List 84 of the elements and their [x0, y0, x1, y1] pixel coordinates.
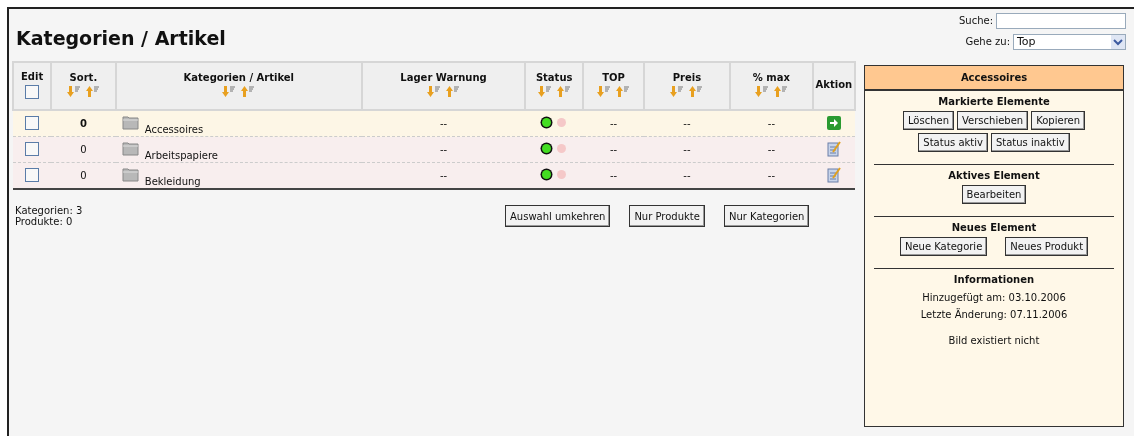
column-header: Aktion	[812, 62, 855, 110]
panel-title: Accessoires	[865, 66, 1123, 91]
info-text: Hinzugefügt am: 03.10.2006	[921, 291, 1067, 305]
page-title: Kategorien / Artikel	[16, 27, 226, 49]
goto-dropdown[interactable]: Top	[1013, 33, 1126, 50]
folder-icon	[121, 115, 139, 130]
filter-button[interactable]: Auswahl umkehren	[505, 205, 611, 227]
row-checkbox[interactable]	[25, 141, 40, 156]
section-heading: Aktives Element	[947, 170, 1041, 181]
table-row[interactable]: 0 Arbeitspapiere -- -- -- --	[13, 136, 855, 163]
table-cell: --	[609, 118, 618, 129]
table-cell: --	[609, 170, 618, 181]
summary-text: Produkte: 0	[15, 216, 74, 227]
table-cell: --	[683, 118, 691, 129]
panel-button[interactable]: Löschen	[902, 111, 955, 130]
panel-button[interactable]: Neue Kategorie	[899, 237, 988, 256]
panel-button[interactable]: Kopieren	[1031, 111, 1086, 130]
table-cell: --	[439, 144, 448, 155]
panel-button[interactable]: Status inaktiv	[990, 133, 1070, 152]
edit-note-icon[interactable]	[826, 140, 841, 157]
table-row[interactable]: 0 Accessoires -- -- -- --	[13, 110, 855, 137]
sort-value: 0	[79, 118, 87, 129]
sort-ascending-icon[interactable]	[241, 86, 256, 98]
category-name[interactable]: Arbeitspapiere	[144, 150, 218, 161]
sort-descending-icon[interactable]	[754, 86, 769, 98]
row-checkbox[interactable]	[25, 115, 40, 130]
column-header: Kategorien / Artikel	[115, 62, 363, 110]
arrow-right-icon[interactable]	[826, 115, 841, 130]
goto-label: Gehe zu:	[965, 36, 1010, 47]
table-cell: --	[767, 144, 776, 155]
folder-icon	[121, 167, 139, 182]
edit-note-icon[interactable]	[826, 166, 841, 183]
chevron-down-icon	[1111, 34, 1125, 49]
section-heading: Informationen	[952, 274, 1036, 285]
image-note: Bild existiert nicht	[947, 335, 1041, 346]
table-cell: --	[439, 170, 448, 181]
info-text: Letzte Änderung: 07.11.2006	[919, 307, 1069, 322]
table-cell: --	[683, 170, 691, 181]
table-cell: --	[767, 118, 776, 129]
table-row[interactable]: 0 Bekleidung -- -- -- --	[13, 162, 855, 189]
sort-descending-icon[interactable]	[66, 86, 81, 98]
column-header: TOP	[583, 62, 644, 110]
panel-button[interactable]: Verschieben	[957, 111, 1029, 130]
category-name[interactable]: Bekleidung	[144, 176, 201, 187]
sort-ascending-icon[interactable]	[773, 86, 788, 98]
table-cell: --	[439, 118, 448, 129]
column-header: % max	[730, 62, 813, 110]
column-header: Lager Warnung	[362, 62, 525, 110]
status-lights[interactable]	[542, 144, 567, 153]
column-header: Sort.	[51, 62, 116, 110]
table-cell: --	[767, 170, 776, 181]
sort-ascending-icon[interactable]	[689, 86, 704, 98]
sort-ascending-icon[interactable]	[616, 86, 630, 98]
search-label: Suche:	[958, 15, 993, 26]
summary-text: Kategorien: 3	[15, 205, 84, 216]
table-cell: --	[609, 144, 618, 155]
column-header: Preis	[643, 62, 731, 110]
sort-ascending-icon[interactable]	[85, 86, 100, 98]
status-lights[interactable]	[542, 118, 567, 127]
sort-descending-icon[interactable]	[222, 86, 237, 98]
filter-button[interactable]: Nur Kategorien	[723, 205, 810, 227]
folder-icon	[121, 141, 139, 156]
search-field[interactable]	[996, 12, 1126, 29]
filter-button[interactable]: Nur Produkte	[629, 205, 705, 227]
table-cell: --	[683, 144, 691, 155]
sort-value: 0	[80, 144, 87, 155]
row-checkbox[interactable]	[25, 167, 40, 182]
sort-descending-icon[interactable]	[427, 86, 441, 98]
sort-ascending-icon[interactable]	[446, 86, 460, 98]
category-name[interactable]: Accessoires	[144, 124, 204, 135]
section-heading: Markierte Elemente	[937, 96, 1051, 107]
select-all-checkbox[interactable]	[25, 85, 40, 99]
sort-descending-icon[interactable]	[670, 86, 685, 98]
panel-button[interactable]: Status aktiv	[918, 133, 988, 152]
panel-button[interactable]: Neues Produkt	[1005, 237, 1089, 256]
column-header: Edit	[13, 62, 52, 110]
sort-value: 0	[80, 170, 87, 181]
section-heading: Neues Element	[950, 222, 1038, 233]
panel-button[interactable]: Bearbeiten	[961, 185, 1027, 204]
column-header: Status	[525, 62, 584, 110]
status-lights[interactable]	[542, 170, 567, 179]
sort-descending-icon[interactable]	[597, 86, 611, 98]
sort-ascending-icon[interactable]	[556, 86, 571, 98]
sort-descending-icon[interactable]	[537, 86, 552, 98]
